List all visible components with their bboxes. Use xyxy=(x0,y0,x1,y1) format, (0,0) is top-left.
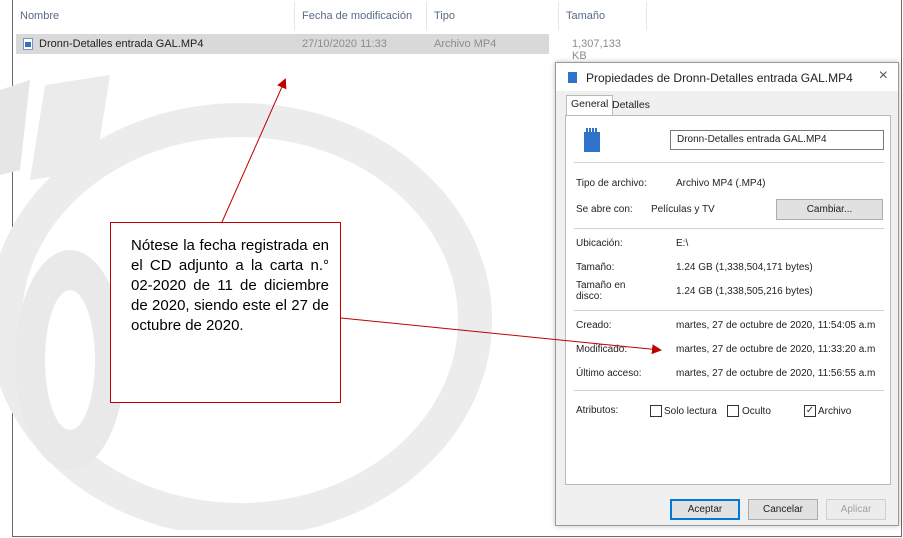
accessed-label: Último acceso: xyxy=(576,368,642,379)
opens-with-value: Películas y TV xyxy=(651,204,715,215)
type-value: Archivo MP4 (.MP4) xyxy=(676,178,766,189)
dialog-titlebar[interactable]: Propiedades de Dronn-Detalles entrada GA… xyxy=(556,63,898,91)
readonly-label: Solo lectura xyxy=(664,406,717,417)
video-file-icon xyxy=(23,38,33,50)
opens-with-label: Se abre con: xyxy=(576,204,633,215)
divider xyxy=(574,228,884,229)
accessed-value: martes, 27 de octubre de 2020, 11:56:55 … xyxy=(676,368,876,379)
modified-value: martes, 27 de octubre de 2020, 11:33:20 … xyxy=(676,344,876,355)
annotation-note: Nótese la fecha registrada en el CD adju… xyxy=(110,222,341,403)
file-size: 1,307,133 KB xyxy=(572,38,621,62)
divider xyxy=(574,390,884,391)
close-icon[interactable]: × xyxy=(879,67,888,85)
dialog-title: Propiedades de Dronn-Detalles entrada GA… xyxy=(586,71,853,85)
video-file-icon xyxy=(568,72,577,83)
cancel-button[interactable]: Cancelar xyxy=(748,499,818,520)
column-name[interactable]: Nombre xyxy=(20,10,59,22)
disk-size-value: 1.24 GB (1,338,505,216 bytes) xyxy=(676,286,813,297)
column-separator[interactable] xyxy=(646,2,647,30)
properties-dialog: Propiedades de Dronn-Detalles entrada GA… xyxy=(555,62,899,526)
apply-button[interactable]: Aplicar xyxy=(826,499,886,520)
column-separator[interactable] xyxy=(426,2,427,30)
archive-checkbox[interactable]: ✓ xyxy=(804,405,816,417)
column-separator[interactable] xyxy=(558,2,559,30)
tab-details[interactable]: Detalles xyxy=(608,97,654,115)
archive-label: Archivo xyxy=(818,406,852,417)
column-size[interactable]: Tamaño xyxy=(566,10,605,22)
tab-general[interactable]: General xyxy=(566,95,614,116)
created-label: Creado: xyxy=(576,320,612,331)
column-modified[interactable]: Fecha de modificación xyxy=(302,10,412,22)
column-separator[interactable] xyxy=(294,2,295,30)
column-type[interactable]: Tipo xyxy=(434,10,455,22)
disk-size-label: Tamaño en disco: xyxy=(576,280,626,302)
hidden-checkbox[interactable] xyxy=(727,405,739,417)
created-value: martes, 27 de octubre de 2020, 11:54:05 … xyxy=(676,320,876,331)
filename-field[interactable]: Dronn-Detalles entrada GAL.MP4 xyxy=(670,130,884,150)
file-name: Dronn-Detalles entrada GAL.MP4 xyxy=(39,38,204,50)
divider xyxy=(574,310,884,311)
column-headers: Nombre Fecha de modificación Tipo Tamaño xyxy=(14,0,654,34)
change-button[interactable]: Cambiar... xyxy=(776,199,883,220)
size-label: Tamaño: xyxy=(576,262,615,273)
readonly-checkbox[interactable] xyxy=(650,405,662,417)
file-modified: 27/10/2020 11:33 xyxy=(302,38,387,50)
hidden-label: Oculto xyxy=(742,406,771,417)
divider xyxy=(574,162,884,163)
file-row[interactable]: Dronn-Detalles entrada GAL.MP4 27/10/202… xyxy=(16,34,621,62)
size-value: 1.24 GB (1,338,504,171 bytes) xyxy=(676,262,813,273)
attributes-label: Atributos: xyxy=(576,405,619,416)
modified-label: Modificado: xyxy=(576,344,628,355)
file-type: Archivo MP4 xyxy=(434,38,497,50)
ok-button[interactable]: Aceptar xyxy=(670,499,740,520)
location-value: E:\ xyxy=(676,238,689,249)
location-label: Ubicación: xyxy=(576,238,623,249)
general-panel: Dronn-Detalles entrada GAL.MP4 Tipo de a… xyxy=(565,115,891,485)
type-label: Tipo de archivo: xyxy=(576,178,647,189)
video-file-icon xyxy=(584,128,600,152)
